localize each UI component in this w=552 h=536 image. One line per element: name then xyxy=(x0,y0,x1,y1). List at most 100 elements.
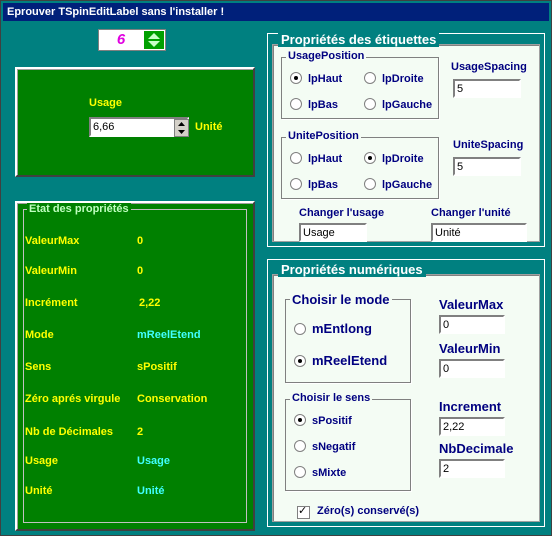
changer-usage-input[interactable]: Usage xyxy=(299,223,367,242)
sens-radio-spositif-label: sPositif xyxy=(312,415,352,427)
unite-radio-lpdroite[interactable]: lpDroite xyxy=(364,152,424,166)
changer-unite-value: Unité xyxy=(435,227,461,239)
radio-icon[interactable] xyxy=(294,466,306,478)
increment-label: Increment xyxy=(439,399,502,414)
demo-spin-buttons[interactable] xyxy=(174,119,189,137)
client-area: 6 Usage 6,66 Unité Etat des propriétés V… xyxy=(3,21,549,533)
changer-unite-input[interactable]: Unité xyxy=(431,223,527,242)
mode-radio-mentlong-label: mEntlong xyxy=(312,321,372,336)
usage-position-group: UsagePosition lpHaut lpDroite lpBas lpGa… xyxy=(281,50,439,119)
window-title: Eprouver TSpinEditLabel sans l'installer… xyxy=(7,6,225,18)
mode-title: Choisir le mode xyxy=(290,292,392,307)
numeriques-inner: Choisir le mode mEntlong mReelEtend Choi… xyxy=(272,274,540,522)
radio-selected-icon[interactable] xyxy=(294,355,306,367)
mode-radio-mentlong[interactable]: mEntlong xyxy=(294,322,372,336)
etat-value-nbdecimales: 2 xyxy=(137,426,144,438)
usage-radio-lpbas-label: lpBas xyxy=(308,99,338,111)
unite-radio-lpgauche-label: lpGauche xyxy=(382,179,433,191)
demo-panel: Usage 6,66 Unité xyxy=(15,67,255,177)
usage-spacing-input[interactable]: 5 xyxy=(453,79,521,98)
radio-icon[interactable] xyxy=(294,323,306,335)
etat-label-unite: Unité xyxy=(25,485,53,497)
valeur-max-input[interactable]: 0 xyxy=(439,315,505,334)
valeur-min-input[interactable]: 0 xyxy=(439,359,505,378)
etat-value-sens: sPositif xyxy=(137,361,177,373)
radio-icon[interactable] xyxy=(364,98,376,110)
etat-value-valeurmax: 0 xyxy=(137,235,144,247)
radio-icon[interactable] xyxy=(290,178,302,190)
unite-position-group: UnitePosition lpHaut lpDroite lpBas lpGa… xyxy=(281,130,439,199)
increment-value: 2,22 xyxy=(443,421,465,433)
checkbox-checked-icon[interactable] xyxy=(297,504,310,519)
nb-decimale-value: 2 xyxy=(443,463,450,475)
etat-label-usage: Usage xyxy=(25,455,59,467)
etat-frame xyxy=(23,209,247,523)
radio-selected-icon[interactable] xyxy=(364,152,376,164)
usage-position-title: UsagePosition xyxy=(286,50,367,62)
title-bar[interactable]: Eprouver TSpinEditLabel sans l'installer… xyxy=(3,3,549,21)
spin-arrows-icon[interactable] xyxy=(175,120,188,136)
etat-label-increment: Incrément xyxy=(25,297,78,309)
etat-label-valeurmin: ValeurMin xyxy=(25,265,77,277)
unite-position-title: UnitePosition xyxy=(286,130,361,142)
radio-icon[interactable] xyxy=(290,152,302,164)
etat-label-valeurmax: ValeurMax xyxy=(25,235,80,247)
radio-selected-icon[interactable] xyxy=(290,72,302,84)
radio-icon[interactable] xyxy=(364,178,376,190)
usage-radio-lpgauche[interactable]: lpGauche xyxy=(364,98,432,112)
etat-title: Etat des propriétés xyxy=(27,203,131,215)
etat-value-zero: Conservation xyxy=(137,393,208,405)
usage-radio-lpdroite[interactable]: lpDroite xyxy=(364,72,424,86)
etiquettes-panel: UsagePosition lpHaut lpDroite lpBas lpGa… xyxy=(267,32,545,247)
valeur-min-label: ValeurMin xyxy=(439,341,501,356)
usage-radio-lpdroite-label: lpDroite xyxy=(382,73,424,85)
unite-spacing-label: UniteSpacing xyxy=(453,139,524,151)
top-spin-value[interactable]: 6 xyxy=(99,30,143,50)
unit-label: Unité xyxy=(195,121,223,133)
mode-group: Choisir le mode mEntlong mReelEtend xyxy=(285,292,411,383)
radio-icon[interactable] xyxy=(364,72,376,84)
valeur-max-label: ValeurMax xyxy=(439,297,504,312)
usage-radio-lpgauche-label: lpGauche xyxy=(382,99,433,111)
etiquettes-inner: UsagePosition lpHaut lpDroite lpBas lpGa… xyxy=(272,44,540,242)
etat-value-unite: Unité xyxy=(137,485,165,497)
nb-decimale-label: NbDecimale xyxy=(439,441,514,456)
sens-radio-smixte[interactable]: sMixte xyxy=(294,466,346,480)
unite-radio-lpbas-label: lpBas xyxy=(308,179,338,191)
usage-radio-lphaut[interactable]: lpHaut xyxy=(290,72,342,86)
unite-radio-lpdroite-label: lpDroite xyxy=(382,153,424,165)
mode-radio-mreeletend[interactable]: mReelEtend xyxy=(294,354,387,368)
app-window: Eprouver TSpinEditLabel sans l'installer… xyxy=(0,0,552,536)
etat-label-nbdecimales: Nb de Décimales xyxy=(25,426,114,438)
etat-label-zero: Zéro aprés virgule xyxy=(25,393,121,405)
valeur-max-value: 0 xyxy=(443,319,450,331)
valeur-min-value: 0 xyxy=(443,363,450,375)
etat-value-mode: mReelEtend xyxy=(137,329,201,341)
unite-radio-lpgauche[interactable]: lpGauche xyxy=(364,178,432,192)
top-spin-edit[interactable]: 6 xyxy=(98,29,166,51)
changer-unite-label: Changer l'unité xyxy=(431,207,511,219)
unite-radio-lpbas[interactable]: lpBas xyxy=(290,178,338,192)
nb-decimale-input[interactable]: 2 xyxy=(439,459,505,478)
etiquettes-title: Propriétés des étiquettes xyxy=(278,32,440,47)
radio-icon[interactable] xyxy=(294,440,306,452)
numeriques-panel: Choisir le mode mEntlong mReelEtend Choi… xyxy=(267,259,545,527)
radio-selected-icon[interactable] xyxy=(294,414,306,426)
top-spin-buttons[interactable] xyxy=(144,31,164,49)
unite-spacing-value: 5 xyxy=(457,161,464,173)
demo-spin-value: 6,66 xyxy=(93,121,115,133)
usage-radio-lpbas[interactable]: lpBas xyxy=(290,98,338,112)
changer-usage-value: Usage xyxy=(303,227,335,239)
spin-arrows-icon[interactable] xyxy=(144,31,164,49)
radio-icon[interactable] xyxy=(290,98,302,110)
usage-radio-lphaut-label: lpHaut xyxy=(308,73,343,85)
etat-value-usage: Usage xyxy=(137,455,171,467)
sens-radio-spositif[interactable]: sPositif xyxy=(294,414,352,428)
etat-value-valeurmin: 0 xyxy=(137,265,144,277)
unite-spacing-input[interactable]: 5 xyxy=(453,157,521,176)
unite-radio-lphaut[interactable]: lpHaut xyxy=(290,152,342,166)
sens-group: Choisir le sens sPositif sNegatif sMixte xyxy=(285,392,411,491)
increment-input[interactable]: 2,22 xyxy=(439,417,505,436)
usage-spacing-value: 5 xyxy=(457,83,464,95)
sens-radio-snegatif[interactable]: sNegatif xyxy=(294,440,355,454)
